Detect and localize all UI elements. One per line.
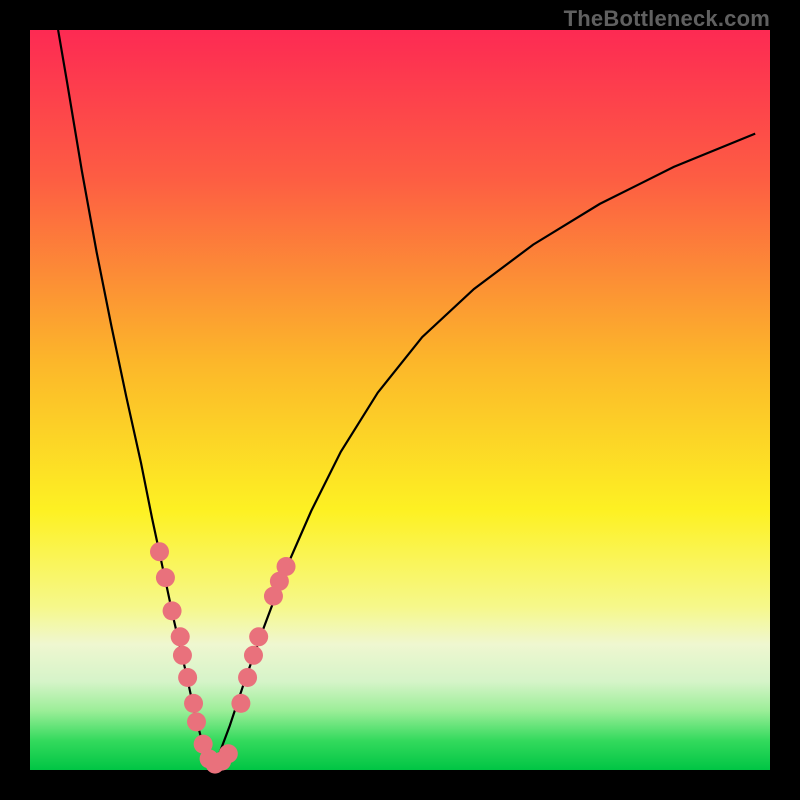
- data-point-marker: [277, 557, 296, 576]
- watermark-text: TheBottleneck.com: [564, 6, 770, 32]
- data-point-marker: [184, 694, 203, 713]
- data-point-marker: [219, 744, 238, 763]
- data-point-marker: [249, 627, 268, 646]
- data-point-marker: [187, 712, 206, 731]
- data-point-marker: [231, 694, 250, 713]
- chart-svg: [30, 30, 770, 770]
- data-point-marker: [178, 668, 197, 687]
- data-point-marker: [244, 646, 263, 665]
- data-point-marker: [171, 627, 190, 646]
- curve-right-branch: [211, 134, 755, 767]
- chart-frame: TheBottleneck.com: [0, 0, 800, 800]
- marker-group: [150, 542, 296, 773]
- data-point-marker: [238, 668, 257, 687]
- data-point-marker: [173, 646, 192, 665]
- data-point-marker: [156, 568, 175, 587]
- data-point-marker: [163, 601, 182, 620]
- data-point-marker: [150, 542, 169, 561]
